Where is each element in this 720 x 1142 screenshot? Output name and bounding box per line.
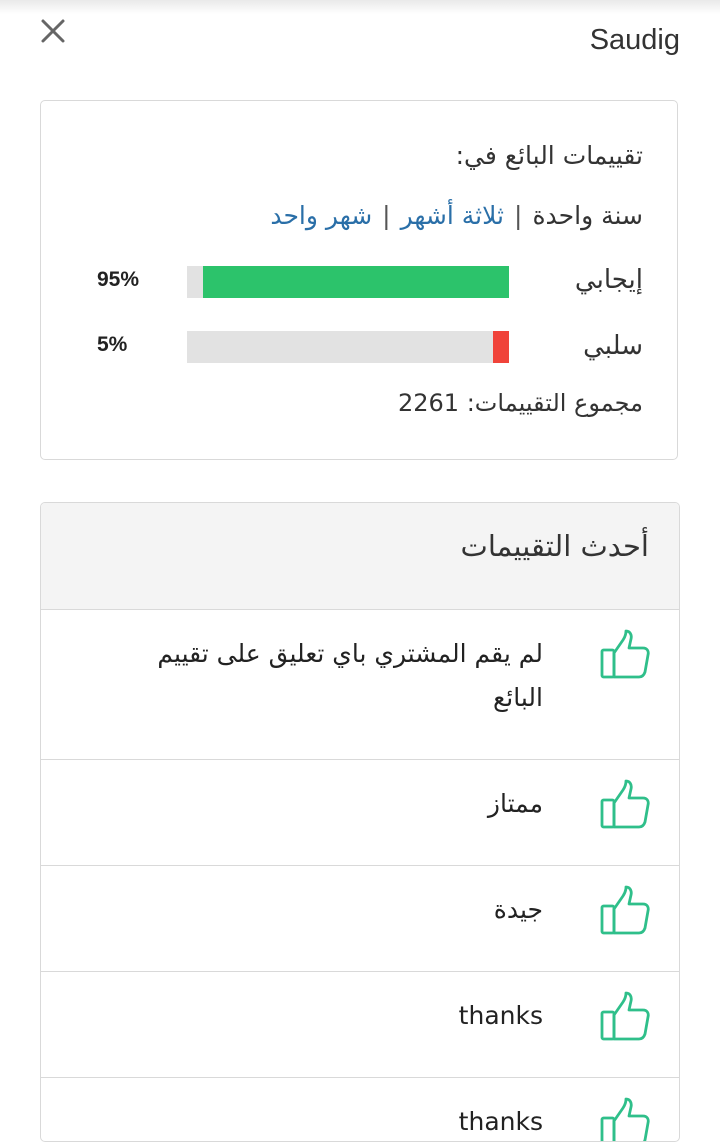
separator: |	[382, 201, 391, 230]
positive-bar	[187, 266, 509, 298]
thumbs-up-icon	[599, 990, 651, 1042]
review-text: ممتاز	[487, 789, 543, 818]
reviews-list: لم يقم المشتري باي تعليق على تقييم البائ…	[41, 610, 679, 1141]
close-button[interactable]	[36, 14, 70, 48]
thumbs-up-icon	[599, 884, 651, 936]
review-text: لم يقم المشتري باي تعليق على تقييم البائ…	[157, 639, 543, 712]
negative-bar-fill	[492, 331, 509, 363]
thumbs-up-icon	[599, 778, 651, 830]
seller-name: Saudig	[589, 24, 680, 56]
separator: |	[514, 201, 523, 230]
review-item: thanks	[41, 1078, 679, 1141]
negative-bar	[187, 331, 509, 363]
ratings-heading: تقييمات البائع في:	[455, 141, 643, 170]
total-ratings-label: مجموع التقييمات:	[466, 389, 643, 417]
review-text: thanks	[458, 1107, 543, 1136]
review-text: جيدة	[493, 895, 543, 924]
negative-label: سلبي	[583, 331, 643, 361]
review-item: thanks	[41, 972, 679, 1078]
reviews-header: أحدث التقييمات	[41, 503, 679, 610]
ratings-summary-card: تقييمات البائع في: سنة واحدة | ثلاثة أشهر |…	[40, 100, 678, 460]
close-icon	[41, 19, 65, 43]
review-text: thanks	[458, 1001, 543, 1030]
recent-reviews-card: أحدث التقييمات لم يقم المشتري باي تعليق …	[40, 502, 680, 1142]
period-three-months-link[interactable]: ثلاثة أشهر	[401, 201, 504, 230]
review-item: لم يقم المشتري باي تعليق على تقييم البائ…	[41, 610, 679, 760]
positive-bar-fill	[203, 266, 509, 298]
positive-label: إيجابي	[574, 265, 643, 295]
total-ratings: مجموع التقييمات: 2261	[398, 389, 643, 417]
positive-percent: 95%	[97, 268, 140, 291]
thumbs-up-icon	[599, 1096, 651, 1141]
thumbs-up-icon	[599, 628, 651, 680]
total-ratings-value: 2261	[397, 389, 460, 417]
top-shadow	[0, 0, 720, 14]
period-one-month-link[interactable]: شهر واحد	[270, 201, 372, 230]
period-one-year[interactable]: سنة واحدة	[532, 201, 643, 230]
negative-percent: 5%	[97, 333, 128, 356]
review-item: جيدة	[41, 866, 679, 972]
period-selector: سنة واحدة | ثلاثة أشهر | شهر واحد	[270, 201, 643, 230]
review-item: ممتاز	[41, 760, 679, 866]
reviews-title: أحدث التقييمات	[460, 529, 649, 563]
